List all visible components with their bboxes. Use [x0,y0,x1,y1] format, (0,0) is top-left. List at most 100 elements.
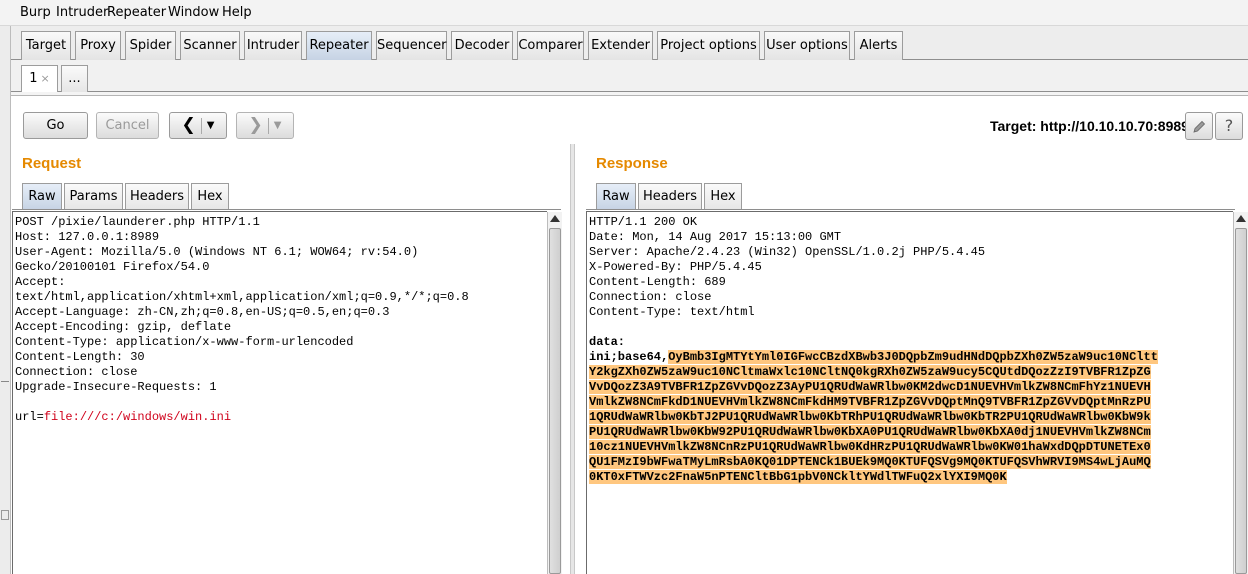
response-tab-underline [586,209,1235,210]
request-line: POST /pixie/launderer.php HTTP/1.1 [15,215,260,229]
menu-help[interactable]: Help [222,5,252,20]
tab-decoder[interactable]: Decoder [451,31,513,60]
repeater-tab-1[interactable]: 1 × [21,65,58,93]
target-label: Target: http://10.10.10.70:8989 [990,118,1189,134]
request-editor[interactable]: POST /pixie/launderer.php HTTP/1.1 Host: … [12,211,547,574]
tab-project-options[interactable]: Project options [657,31,760,60]
tab-target[interactable]: Target [21,31,71,60]
subtab-separator [11,92,1248,96]
request-tab-headers[interactable]: Headers [125,183,189,210]
base64-line: Y2kgZXh0ZW5zaW9uc10NCltmaWxlc10NCltNQ0kg… [589,365,1233,380]
left-window-edge [0,26,11,574]
response-tab-headers[interactable]: Headers [638,183,702,210]
panel-splitter[interactable] [570,144,575,574]
response-tab-hex[interactable]: Hex [704,183,742,210]
base64-line: ini;base64,OyBmb3IgMTYtYml0IGFwcCBzdXBwb… [589,350,1233,365]
request-line: Content-Length: 30 [15,350,145,364]
scroll-thumb[interactable] [549,228,561,574]
chevron-left-icon: ❮ [181,115,196,135]
tab-alerts[interactable]: Alerts [854,31,903,60]
tab-repeater[interactable]: Repeater [306,31,372,60]
request-text: POST /pixie/launderer.php HTTP/1.1 Host: … [13,212,547,425]
response-line: Content-Length: 689 [589,275,726,289]
caret-down-icon[interactable]: ▼ [274,120,282,131]
data-prefix: ini;base64, [589,350,669,364]
response-text: HTTP/1.1 200 OK Date: Mon, 14 Aug 2017 15… [587,212,1233,485]
request-line: Accept-Language: zh-CN,zh;q=0.8,en-US;q=… [15,305,390,319]
tool-tabs: Target Proxy Spider Scanner Intruder Rep… [11,26,1248,60]
base64-line: 0KT0xFTWVzc2FnaW5nPTENCltBbG1pbV0NCkltYW… [589,470,1233,485]
base64-selection: 0KT0xFTWVzc2FnaW5nPTENCltBbG1pbV0NCkltYW… [589,470,1007,484]
response-line: Server: Apache/2.4.23 (Win32) OpenSSL/1.… [589,245,986,259]
tab-extender[interactable]: Extender [588,31,653,60]
response-scrollbar[interactable] [1233,212,1248,574]
base64-line: VvDQozZ3A9TVBFR1ZpZGVvDQozZ3AyPU1QRUdWaW… [589,380,1233,395]
response-editor[interactable]: HTTP/1.1 200 OK Date: Mon, 14 Aug 2017 15… [586,211,1233,574]
menu-repeater[interactable]: Repeater [107,5,166,20]
response-line [589,320,1233,335]
base64-line: 1QRUdWaWRlbw0KbTJ2PU1QRUdWaWRlbw0KbTRhPU… [589,410,1233,425]
help-button[interactable]: ? [1215,112,1243,140]
menu-window[interactable]: Window [168,5,219,20]
tab-proxy[interactable]: Proxy [75,31,121,60]
close-icon[interactable]: × [41,72,50,85]
response-tab-raw[interactable]: Raw [596,183,636,210]
request-tab-raw[interactable]: Raw [22,183,62,210]
menu-intruder[interactable]: Intruder [56,5,108,20]
request-tab-hex[interactable]: Hex [191,183,229,210]
response-line: HTTP/1.1 200 OK [589,215,698,229]
button-separator [200,117,202,134]
tab-comparer[interactable]: Comparer [517,31,584,60]
go-button[interactable]: Go [23,112,88,139]
scroll-thumb[interactable] [1235,228,1247,574]
button-separator [267,117,269,134]
base64-line: 10cz1NUEVHVmlkZW8NCnRzPU1QRUdWaWRlbw0KdH… [589,440,1233,455]
request-line: User-Agent: Mozilla/5.0 (Windows NT 6.1;… [15,245,419,259]
request-line: Content-Type: application/x-www-form-url… [15,335,354,349]
request-line: Gecko/20100101 Firefox/54.0 [15,260,210,274]
base64-selection: Y2kgZXh0ZW5zaW9uc10NCltmaWxlc10NCltNQ0kg… [589,365,1151,379]
base64-line: QU1FMzI9bWFwaTMyLmRsbA0KQ01DPTENCk1BUEk9… [589,455,1233,470]
repeater-subtabs: 1 × ... [11,60,1248,93]
request-tab-underline [12,209,561,210]
request-line: Accept-Encoding: gzip, deflate [15,320,232,334]
base64-selection: 1QRUdWaWRlbw0KbTJ2PU1QRUdWaWRlbw0KbTRhPU… [589,410,1151,424]
back-button[interactable]: ❮ ▼ [169,112,227,139]
tab-sequencer[interactable]: Sequencer [376,31,447,60]
caret-down-icon[interactable]: ▼ [207,120,215,131]
edge-marker [1,381,9,382]
pencil-icon [1193,120,1206,133]
request-line: Upgrade-Insecure-Requests: 1 [15,380,217,394]
base64-selection: PU1QRUdWaWRlbw0KbW92PU1QRUdWaWRlbw0KbXA0… [589,425,1151,439]
new-tab-button[interactable]: ... [61,65,88,92]
base64-line: PU1QRUdWaWRlbw0KbW92PU1QRUdWaWRlbw0KbXA0… [589,425,1233,440]
request-scrollbar[interactable] [547,212,562,574]
response-title: Response [596,155,668,172]
cancel-button[interactable]: Cancel [96,112,159,139]
request-line: Accept: [15,275,66,289]
response-line: X-Powered-By: PHP/5.4.45 [589,260,762,274]
base64-selection: QU1FMzI9bWFwaTMyLmRsbA0KQ01DPTENCk1BUEk9… [589,455,1151,469]
tab-intruder[interactable]: Intruder [244,31,302,60]
scroll-up-icon[interactable] [1236,215,1246,222]
tab-scanner[interactable]: Scanner [180,31,240,60]
scroll-up-icon[interactable] [550,215,560,222]
tab-spider[interactable]: Spider [125,31,176,60]
request-tab-params[interactable]: Params [64,183,123,210]
param-value: file:///c:/windows/win.ini [43,410,232,424]
base64-selection: OyBmb3IgMTYtYml0IGFwcCBzdXBwb3J0DQpbZm9u… [668,350,1158,364]
response-line: Connection: close [589,290,712,304]
forward-button[interactable]: ❯ ▼ [236,112,294,139]
repeater-tab-label: 1 [29,71,38,86]
question-icon: ? [1224,116,1234,135]
request-title: Request [22,155,82,172]
chevron-right-icon: ❯ [248,115,263,135]
edit-target-button[interactable] [1185,112,1213,140]
response-line: Content-Type: text/html [589,305,755,319]
menu-burp[interactable]: Burp [20,5,51,20]
response-line: Date: Mon, 14 Aug 2017 15:13:00 GMT [589,230,842,244]
data-label: data: [589,335,626,349]
base64-selection: 10cz1NUEVHVmlkZW8NCnRzPU1QRUdWaWRlbw0KdH… [589,440,1151,454]
request-line: text/html,application/xhtml+xml,applicat… [15,290,469,304]
tab-user-options[interactable]: User options [764,31,850,60]
